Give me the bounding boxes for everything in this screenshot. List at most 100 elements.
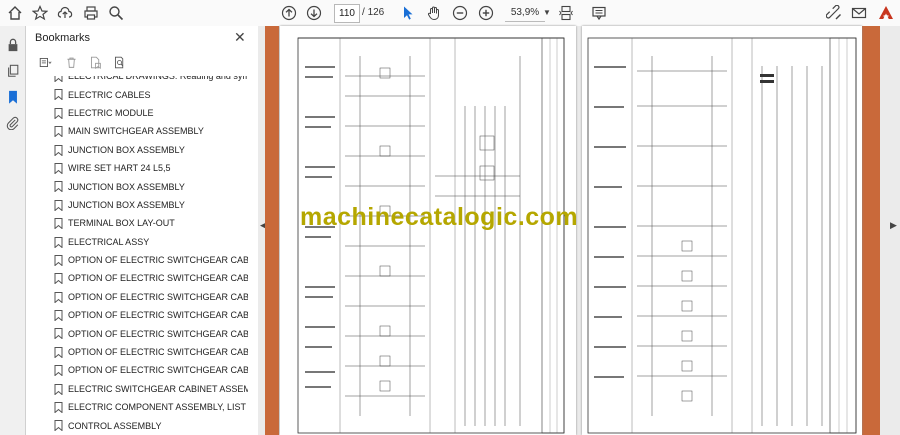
bookmark-label: OPTION OF ELECTRIC SWITCHGEAR CABINET: [68, 347, 248, 358]
bookmark-item[interactable]: JUNCTION BOX ASSEMBLY: [26, 141, 248, 159]
star-icon[interactable]: [30, 3, 50, 23]
scanned-page-edge-right: [862, 26, 880, 435]
bookmark-item[interactable]: OPTION OF ELECTRIC SWITCHGEAR CABINET: [26, 343, 248, 361]
panel-title: Bookmarks: [35, 32, 91, 44]
bookmark-item[interactable]: ELECTRICAL ASSY: [26, 233, 248, 251]
chevron-down-icon[interactable]: ▼: [543, 8, 551, 17]
bookmark-label: ELECTRIC MODULE: [68, 107, 154, 118]
select-cursor-icon[interactable]: [398, 3, 418, 23]
bookmark-item[interactable]: OPTION OF ELECTRIC SWITCHGEAR CABINET: [26, 324, 248, 342]
bookmark-label: JUNCTION BOX ASSEMBLY: [68, 199, 185, 210]
bookmark-label: ELECTRICAL DRAWINGS: Reading and symbols: [68, 76, 248, 82]
bookmark-label: OPTION OF ELECTRIC SWITCHGEAR CABINET: [68, 273, 248, 284]
bookmark-icon: [54, 254, 63, 266]
bookmark-icon: [54, 291, 63, 303]
page-number-input[interactable]: 110: [334, 4, 360, 23]
main-toolbar: 110 / 126 53,9% ▼: [0, 0, 900, 27]
bookmark-icon: [54, 310, 63, 322]
bookmark-item[interactable]: OPTION OF ELECTRIC SWITCHGEAR CABINET: [26, 306, 248, 324]
watermark-text: machinecatalogic.com: [300, 203, 579, 231]
bookmark-item[interactable]: JUNCTION BOX ASSEMBLY: [26, 196, 248, 214]
bookmark-item[interactable]: MAIN SWITCHGEAR ASSEMBLY: [26, 122, 248, 140]
bookmark-icon: [54, 365, 63, 377]
bookmark-icon: [54, 218, 63, 230]
bookmark-item[interactable]: WIRE SET HART 24 L5,5: [26, 159, 248, 177]
attachment-icon[interactable]: [4, 114, 21, 131]
print-icon[interactable]: [81, 3, 101, 23]
bookmark-item[interactable]: OPTION OF ELECTRIC SWITCHGEAR CABINET: [26, 288, 248, 306]
find-bookmark-icon[interactable]: [110, 54, 128, 70]
bookmark-icon: [54, 383, 63, 395]
bookmark-icon: [54, 346, 63, 358]
bookmark-icon: [54, 144, 63, 156]
bookmark-icon: [54, 76, 63, 82]
bookmark-label: OPTION OF ELECTRIC SWITCHGEAR CABINET: [68, 365, 248, 376]
bookmark-icon: [54, 181, 63, 193]
adobe-acrobat-icon[interactable]: [876, 3, 896, 23]
bookmark-icon: [54, 199, 63, 211]
bookmark-label: OPTION OF ELECTRIC SWITCHGEAR CABINET: [68, 328, 248, 339]
hand-tool-icon[interactable]: [424, 3, 444, 23]
delete-icon[interactable]: [62, 54, 80, 70]
comment-icon[interactable]: [589, 3, 609, 23]
page-layout-icon[interactable]: [556, 3, 576, 23]
bookmark-item[interactable]: ELECTRIC CABLES: [26, 85, 248, 103]
next-page-icon[interactable]: [304, 3, 324, 23]
previous-page-icon[interactable]: [279, 3, 299, 23]
document-page-right: [582, 26, 862, 435]
bookmark-label: OPTION OF ELECTRIC SWITCHGEAR CABINET: [68, 310, 248, 321]
scanned-page-edge-left: [265, 26, 279, 435]
expand-pane-icon[interactable]: ▶: [890, 220, 897, 231]
bookmark-item[interactable]: OPTION OF ELECTRIC SWITCHGEAR CABINET: [26, 251, 248, 269]
bookmark-label: MAIN SWITCHGEAR ASSEMBLY: [68, 126, 204, 137]
upload-cloud-icon[interactable]: [55, 3, 75, 23]
bookmark-list: ELECTRICAL DRAWINGS: Reading and symbols…: [26, 76, 248, 435]
bookmark-label: WIRE SET HART 24 L5,5: [68, 163, 171, 174]
bookmark-icon: [54, 89, 63, 101]
bookmark-label: ELECTRIC CABLES: [68, 89, 151, 100]
bookmark-label: ELECTRIC COMPONENT ASSEMBLY, LIST: [68, 402, 247, 413]
bookmark-item[interactable]: ELECTRIC SWITCHGEAR CABINET ASSEMBLY: [26, 380, 248, 398]
bookmark-label: JUNCTION BOX ASSEMBLY: [68, 181, 185, 192]
mail-icon[interactable]: [849, 3, 869, 23]
search-icon[interactable]: [106, 3, 126, 23]
bookmark-icon: [54, 162, 63, 174]
bookmark-item[interactable]: TERMINAL BOX LAY-OUT: [26, 214, 248, 232]
zoom-out-icon[interactable]: [450, 3, 470, 23]
navigation-rail: [0, 26, 26, 435]
bookmark-panel-icon[interactable]: [4, 88, 21, 105]
bookmark-item[interactable]: ELECTRIC COMPONENT ASSEMBLY, LIST: [26, 398, 248, 416]
bookmark-icon: [54, 328, 63, 340]
bookmark-label: JUNCTION BOX ASSEMBLY: [68, 144, 185, 155]
new-bookmark-icon[interactable]: [86, 54, 104, 70]
bookmark-icon: [54, 420, 63, 432]
page-total-value: 126: [367, 7, 385, 18]
schematic-drawing-right: [587, 37, 857, 434]
bookmark-item[interactable]: JUNCTION BOX ASSEMBLY: [26, 177, 248, 195]
bookmark-item[interactable]: ELECTRICAL DRAWINGS: Reading and symbols: [26, 76, 248, 85]
bookmark-options-icon[interactable]: [34, 54, 56, 70]
link-edit-icon[interactable]: [824, 3, 844, 23]
lock-icon[interactable]: [4, 36, 21, 53]
bookmark-label: OPTION OF ELECTRIC SWITCHGEAR CABINET: [68, 291, 248, 302]
bookmark-label: ELECTRICAL ASSY: [68, 236, 150, 247]
close-icon[interactable]: ✕: [234, 29, 246, 46]
bookmark-icon: [54, 402, 63, 414]
home-icon[interactable]: [5, 3, 25, 23]
zoom-in-icon[interactable]: [476, 3, 496, 23]
bookmark-toolbar: [34, 52, 128, 72]
bookmark-icon: [54, 107, 63, 119]
bookmark-item[interactable]: ELECTRIC MODULE: [26, 104, 248, 122]
bookmark-item[interactable]: CONTROL ASSEMBLY: [26, 416, 248, 434]
bookmark-icon: [54, 126, 63, 138]
bookmark-item[interactable]: OPTION OF ELECTRIC SWITCHGEAR CABINET: [26, 269, 248, 287]
bookmarks-panel: Bookmarks ✕ ELECTRICAL DRAWINGS: Reading…: [26, 26, 277, 435]
zoom-level-select[interactable]: 53,9%: [505, 4, 545, 22]
bookmark-label: ELECTRIC SWITCHGEAR CABINET ASSEMBLY: [68, 383, 248, 394]
bookmark-label: CONTROL ASSEMBLY: [68, 420, 162, 431]
bookmark-item[interactable]: OPTION OF ELECTRIC SWITCHGEAR CABINET: [26, 361, 248, 379]
page-thumbnails-icon[interactable]: [4, 62, 21, 79]
bookmark-icon: [54, 236, 63, 248]
bookmark-label: OPTION OF ELECTRIC SWITCHGEAR CABINET: [68, 255, 248, 266]
bookmark-icon: [54, 273, 63, 285]
